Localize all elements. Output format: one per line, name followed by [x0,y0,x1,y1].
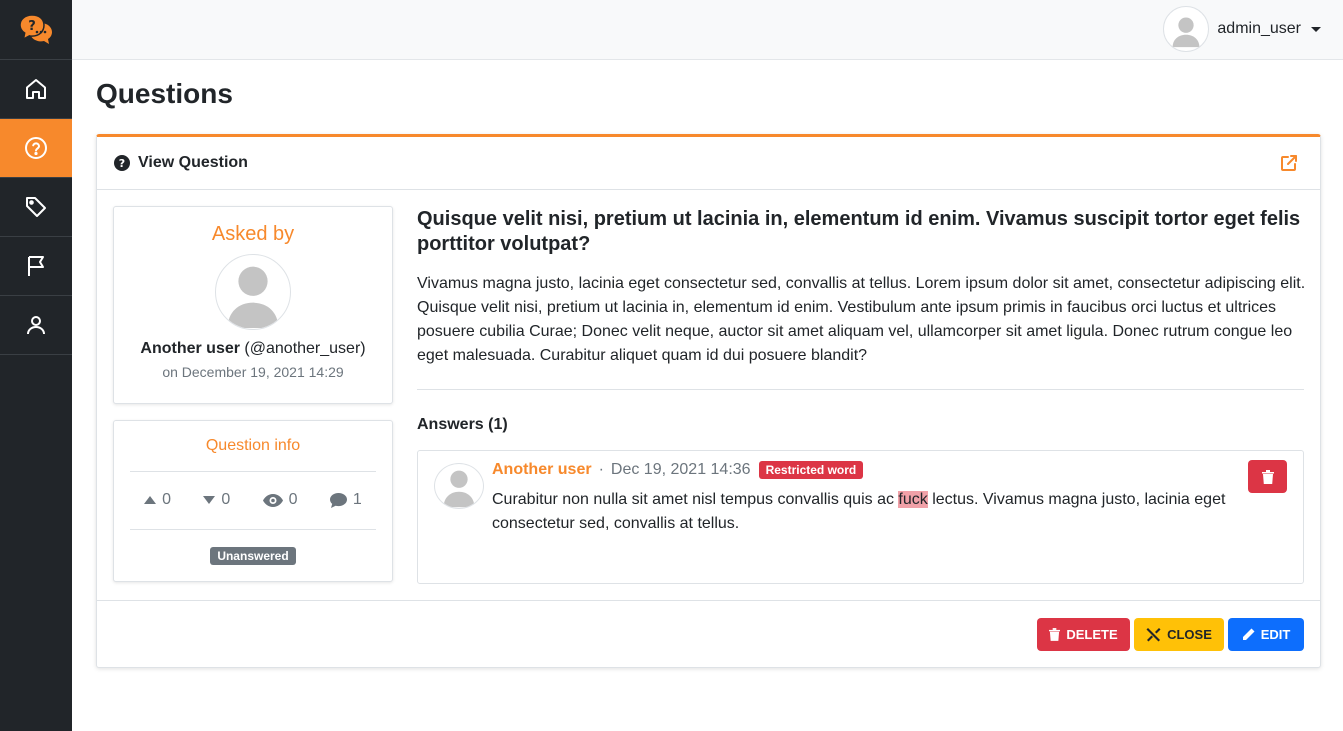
eye-icon [262,493,283,507]
downvotes-stat: 0 [203,491,230,509]
open-external-link[interactable] [1280,154,1298,177]
question-title: Quisque velit nisi, pretium ut lacinia i… [417,208,1301,255]
delete-button-label: DELETE [1066,627,1118,642]
answers-count: 1 [352,491,362,508]
asker-username: (@another_user) [244,340,366,357]
answer-header: Another user · Dec 19, 2021 14:36 Restri… [492,461,864,479]
card-header: ? View Question [97,137,1320,190]
delete-button[interactable]: DELETE [1037,618,1130,651]
sidebar-item-home[interactable] [0,60,72,119]
tag-icon [26,197,46,217]
pencil-icon [1242,628,1255,640]
comment-icon [329,492,347,508]
sidebar-item-users[interactable] [0,296,72,355]
upvotes-stat: 0 [144,491,171,509]
asked-by-box: Asked by Another user (@another_user) on… [113,206,393,404]
sidebar-item-questions[interactable] [0,119,72,178]
close-button-label: CLOSE [1167,627,1212,642]
answers-heading: Answers (1) [417,416,508,433]
caret-up-icon [144,496,157,504]
card-title: View Question [138,154,248,171]
asker-line: Another user (@another_user) [114,340,392,358]
status-badge: Unanswered [210,547,296,565]
flag-icon [28,256,44,276]
question-info-box: Question info 0 0 0 1 Unanswered [113,420,393,582]
separator: · [598,461,604,478]
question-chat-icon: ? [19,13,52,44]
close-button[interactable]: CLOSE [1134,618,1224,651]
user-name: admin_user [1217,20,1301,37]
answer-text-before: Curabitur non nulla sit amet nisl tempus… [492,491,899,508]
tools-icon [1146,628,1161,642]
svg-text:?: ? [28,19,36,34]
answer-date: Dec 19, 2021 14:36 [610,461,751,478]
caret-down-icon [203,496,216,504]
question-circle-icon: ? [114,155,130,171]
default-avatar-icon [443,470,475,508]
svg-text:?: ? [119,157,125,170]
asker-name[interactable]: Another user [140,340,240,357]
trash-icon [1049,628,1061,641]
restricted-word-highlight: fuck [898,491,928,508]
views-stat: 0 [262,491,298,509]
external-link-icon [1281,155,1297,171]
asked-date: on December 19, 2021 14:29 [162,364,344,380]
upvotes-count: 0 [162,491,172,508]
answer-author[interactable]: Another user [492,461,592,479]
topbar: admin_user [72,0,1343,60]
user-icon [27,316,45,335]
logo[interactable]: ? [0,0,72,60]
avatar [1163,6,1210,52]
user-menu[interactable]: admin_user [1163,6,1321,52]
default-avatar-icon [227,266,279,328]
edit-button[interactable]: EDIT [1228,618,1304,651]
trash-icon [1261,469,1274,484]
home-icon [26,79,46,99]
sidebar-item-tags[interactable] [0,178,72,237]
asked-by-title: Asked by [211,223,295,245]
divider [417,389,1304,390]
answer-avatar [434,463,484,509]
card-footer: DELETE CLOSE EDIT [97,600,1320,668]
answer-item: Another user · Dec 19, 2021 14:36 Restri… [417,450,1304,584]
page-title: Questions [96,78,233,109]
question-stats: 0 0 0 1 [114,491,392,509]
caret-down-icon [1311,26,1321,32]
question-circle-icon [25,137,47,159]
sidebar: ? [0,0,72,731]
answer-text: Curabitur non nulla sit amet nisl tempus… [492,488,1252,536]
views-count: 0 [288,491,298,508]
delete-answer-button[interactable] [1248,460,1287,493]
question-body: Vivamus magna justo, lacinia eget consec… [417,275,1306,364]
answers-stat: 1 [329,491,362,509]
question-info-title: Question info [205,437,301,454]
divider [130,529,376,530]
restricted-word-badge: Restricted word [758,461,864,479]
view-question-card: ? View Question Asked by Another user (@… [96,134,1321,668]
edit-button-label: EDIT [1260,627,1291,642]
sidebar-item-flags[interactable] [0,237,72,296]
asker-avatar [215,254,291,330]
default-avatar-icon [1172,17,1200,48]
divider [130,471,376,472]
downvotes-count: 0 [221,491,231,508]
